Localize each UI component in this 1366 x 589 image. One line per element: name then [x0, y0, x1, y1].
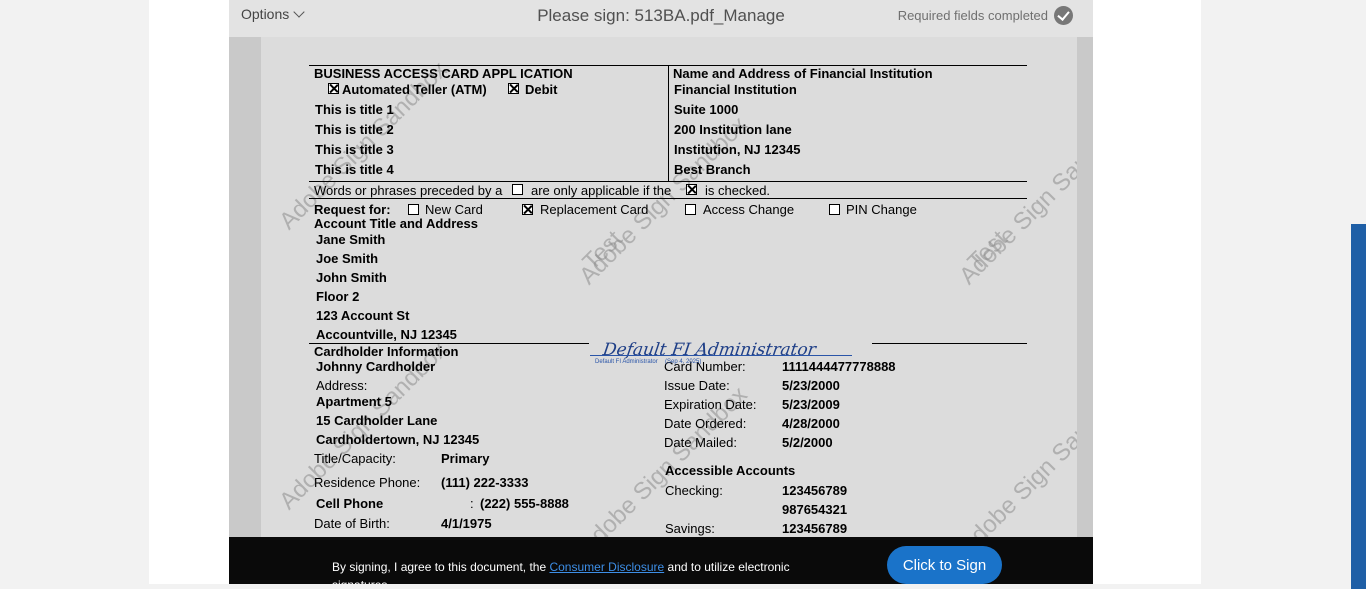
checking-value: 987654321 — [782, 502, 848, 517]
replacement-card-checkbox[interactable] — [522, 204, 533, 215]
click-to-sign-button[interactable]: Click to Sign — [887, 546, 1002, 584]
form-rule — [309, 181, 1027, 182]
request-label: Request for: — [314, 202, 391, 217]
account-line: Floor 2 — [316, 289, 360, 304]
fi-line: Institution, NJ 12345 — [674, 142, 801, 157]
residence-phone-label: Residence Phone: — [314, 475, 421, 490]
top-toolbar: Options Please sign: 513BA.pdf_Manage Re… — [229, 0, 1093, 37]
title-line: This is title 4 — [315, 162, 394, 177]
title-capacity-label: Title/Capacity: — [314, 451, 396, 466]
form-divider — [668, 65, 669, 181]
signature-meta-date: (Sep 4, 2025) — [665, 359, 702, 365]
checkmark-circle-icon — [1054, 6, 1073, 25]
new-card-label: New Card — [425, 202, 483, 217]
pdf-page: Adobe Sign Sandbox Adobe Sign Sandbox Te… — [261, 37, 1077, 537]
address-label: Address: — [316, 378, 368, 393]
signing-footer: By signing, I agree to this document, th… — [229, 537, 1093, 584]
note-checkbox-checked — [686, 184, 697, 195]
mailed-value: 5/2/2000 — [782, 435, 833, 450]
cell-phone-colon: : — [470, 496, 474, 511]
mailed-label: Date Mailed: — [664, 435, 737, 450]
note-checkbox-empty — [512, 184, 523, 195]
signature-meta-name: Default FI Administrator — [595, 359, 658, 365]
account-line: Accountville, NJ 12345 — [316, 327, 457, 342]
document-viewer[interactable]: Adobe Sign Sandbox Adobe Sign Sandbox Te… — [229, 37, 1093, 537]
account-header: Account Title and Address — [314, 216, 478, 231]
cell-phone-value: (222) 555-8888 — [480, 496, 569, 511]
issue-date-label: Issue Date: — [664, 378, 730, 393]
consumer-disclosure-link[interactable]: Consumer Disclosure — [549, 560, 664, 574]
atm-checkbox[interactable] — [328, 83, 339, 94]
pin-change-checkbox[interactable] — [829, 204, 840, 215]
account-line: John Smith — [316, 270, 387, 285]
cardholder-header: Cardholder Information — [314, 344, 459, 359]
pin-change-label: PIN Change — [846, 202, 917, 217]
checking-label: Checking: — [665, 483, 723, 498]
fi-line: Suite 1000 — [674, 102, 739, 117]
account-line: Jane Smith — [316, 232, 386, 247]
fi-line: Financial Institution — [674, 82, 797, 97]
watermark: Adobe Sign Sandbox — [954, 381, 1077, 537]
replacement-card-label: Replacement Card — [540, 202, 649, 217]
title-line: This is title 1 — [315, 102, 394, 117]
consent-prefix: By signing, I agree to this document, th… — [332, 560, 547, 574]
fi-header: Name and Address of Financial Institutio… — [673, 66, 933, 81]
consent-text: By signing, I agree to this document, th… — [332, 558, 802, 584]
account-line: Joe Smith — [316, 251, 379, 266]
address-line: 15 Cardholder Lane — [316, 413, 438, 428]
title-line: This is title 3 — [315, 142, 394, 157]
fi-line: Best Branch — [674, 162, 751, 177]
dob-label: Date of Birth: — [314, 516, 390, 531]
expiration-value: 5/23/2009 — [782, 397, 840, 412]
atm-label: Automated Teller (ATM) — [342, 82, 487, 97]
form-rule — [309, 198, 1027, 199]
new-card-checkbox[interactable] — [408, 204, 419, 215]
note-text-2: are only applicable if the — [531, 183, 672, 198]
expiration-label: Expiration Date: — [664, 397, 757, 412]
card-number-value: 1111444477778888 — [782, 359, 896, 374]
accessible-header: Accessible Accounts — [665, 463, 796, 478]
address-line: Cardholdertown, NJ 12345 — [316, 432, 480, 447]
debit-checkbox[interactable] — [508, 83, 519, 94]
access-change-checkbox[interactable] — [685, 204, 696, 215]
title-line: This is title 2 — [315, 122, 394, 137]
residence-phone-value: (111) 222-3333 — [441, 475, 529, 490]
signature-line — [590, 355, 852, 356]
issue-date-value: 5/23/2000 — [782, 378, 840, 393]
app-frame: Options Please sign: 513BA.pdf_Manage Re… — [149, 0, 1201, 584]
application-title: BUSINESS ACCESS CARD APPL ICATION — [314, 66, 573, 81]
savings-value: 123456789 — [782, 521, 848, 536]
signature-field[interactable]: Default FI Administrator — [602, 340, 818, 360]
note-text-1: Words or phrases preceded by a — [314, 183, 503, 198]
access-change-label: Access Change — [703, 202, 795, 217]
checking-value: 123456789 — [782, 483, 848, 498]
required-status: Required fields completed — [897, 6, 1073, 26]
note-text-3: is checked. — [705, 183, 771, 198]
savings-label: Savings: — [665, 521, 715, 536]
ordered-label: Date Ordered: — [664, 416, 747, 431]
cell-phone-label: Cell Phone — [316, 496, 384, 511]
fi-line: 200 Institution lane — [674, 122, 792, 137]
debit-label: Debit — [525, 82, 558, 97]
title-capacity-value: Primary — [441, 451, 490, 466]
side-accent-bar — [1351, 224, 1366, 589]
required-status-text: Required fields completed — [897, 7, 1048, 23]
ordered-value: 4/28/2000 — [782, 416, 840, 431]
dob-value: 4/1/1975 — [441, 516, 492, 531]
address-line: Apartment 5 — [316, 394, 392, 409]
form-rule — [872, 343, 1027, 344]
cardholder-name: Johnny Cardholder — [316, 359, 436, 374]
account-line: 123 Account St — [316, 308, 410, 323]
